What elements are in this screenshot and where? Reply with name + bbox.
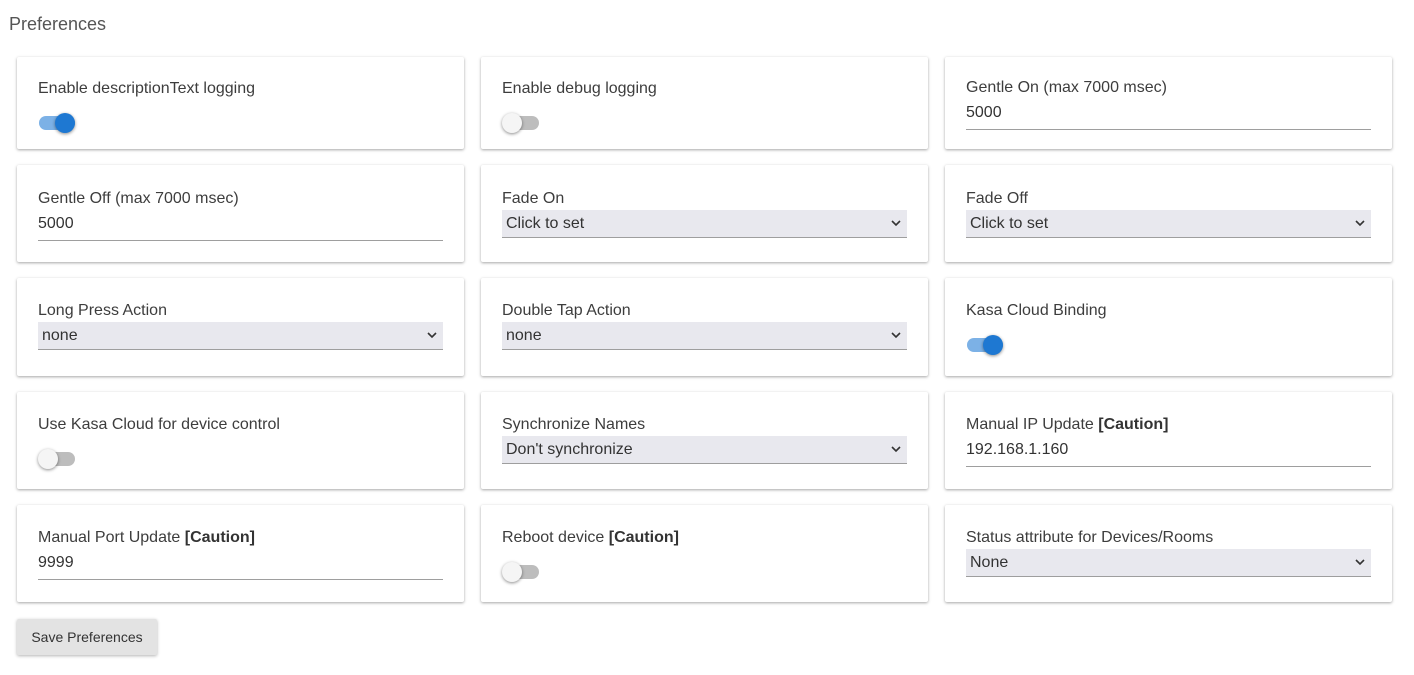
pref-label: Reboot device [Caution] xyxy=(502,528,907,548)
pref-card-debug-logging: Enable debug logging xyxy=(481,57,928,149)
select-value: None xyxy=(970,554,1009,571)
desc-logging-toggle[interactable] xyxy=(39,113,75,133)
chevron-down-icon xyxy=(1355,220,1365,227)
pref-label: Status attribute for Devices/Rooms xyxy=(966,529,1214,546)
chevron-down-icon xyxy=(427,332,437,339)
pref-card-double-tap: Double Tap Action none xyxy=(481,278,928,376)
kasa-control-toggle[interactable] xyxy=(38,449,75,469)
toggle-knob xyxy=(38,449,58,469)
gentle-on-input[interactable]: 5000 xyxy=(966,103,1371,130)
toggle-knob xyxy=(55,113,75,133)
chevron-down-icon xyxy=(891,220,901,227)
toggle-knob xyxy=(502,113,522,133)
long-press-select[interactable]: none xyxy=(38,322,443,350)
pref-card-reboot: Reboot device [Caution] xyxy=(481,505,928,602)
status-attr-select[interactable]: None xyxy=(966,549,1371,577)
double-tap-select[interactable]: none xyxy=(502,322,907,350)
pref-card-status-attr: Status attribute for Devices/Rooms None xyxy=(945,505,1392,602)
select-value: Don't synchronize xyxy=(506,441,633,458)
pref-label-text: Manual Port Update xyxy=(38,529,181,546)
caution-label: [Caution] xyxy=(184,529,255,546)
pref-card-sync-names: Synchronize Names Don't synchronize xyxy=(481,392,928,489)
pref-label: Gentle On (max 7000 msec) xyxy=(966,79,1167,96)
gentle-off-input[interactable]: 5000 xyxy=(38,214,443,241)
pref-label: Double Tap Action xyxy=(502,302,631,319)
pref-label-text: Manual IP Update xyxy=(966,416,1094,433)
pref-label: Use Kasa Cloud for device control xyxy=(38,416,280,433)
pref-card-desc-logging: Enable descriptionText logging xyxy=(17,57,464,149)
caution-label: [Caution] xyxy=(1098,416,1169,433)
pref-label: Fade Off xyxy=(966,190,1028,207)
pref-label: Synchronize Names xyxy=(502,416,646,433)
caution-label: [Caution] xyxy=(608,529,679,546)
pref-label: Manual Port Update [Caution] xyxy=(38,528,443,548)
toggle-knob xyxy=(502,562,522,582)
pref-label: Manual IP Update [Caution] xyxy=(966,415,1371,435)
manual-ip-input[interactable]: 192.168.1.160 xyxy=(966,440,1371,467)
pref-label: Gentle Off (max 7000 msec) xyxy=(38,190,239,207)
toggle-knob xyxy=(983,335,1003,355)
pref-label: Enable descriptionText logging xyxy=(38,80,256,97)
sync-names-select[interactable]: Don't synchronize xyxy=(502,436,907,464)
preferences-grid: Enable descriptionText logging Enable de… xyxy=(17,57,1392,602)
debug-logging-toggle[interactable] xyxy=(502,113,539,133)
chevron-down-icon xyxy=(891,446,901,453)
chevron-down-icon xyxy=(1355,559,1365,566)
select-value: none xyxy=(42,327,78,344)
pref-card-manual-port: Manual Port Update [Caution] 9999 xyxy=(17,505,464,602)
pref-card-long-press: Long Press Action none xyxy=(17,278,464,376)
pref-label: Fade On xyxy=(502,190,565,207)
pref-card-kasa-binding: Kasa Cloud Binding xyxy=(945,278,1392,376)
page-title: Preferences xyxy=(9,14,107,34)
pref-label-text: Reboot device xyxy=(502,529,605,546)
chevron-down-icon xyxy=(891,332,901,339)
reboot-toggle[interactable] xyxy=(502,562,539,582)
pref-card-gentle-off: Gentle Off (max 7000 msec) 5000 xyxy=(17,165,464,262)
fade-off-select[interactable]: Click to set xyxy=(966,210,1371,238)
pref-label: Long Press Action xyxy=(38,302,167,319)
pref-card-fade-on: Fade On Click to set xyxy=(481,165,928,262)
pref-card-fade-off: Fade Off Click to set xyxy=(945,165,1392,262)
pref-card-gentle-on: Gentle On (max 7000 msec) 5000 xyxy=(945,57,1392,149)
save-preferences-button[interactable]: Save Preferences xyxy=(17,619,157,655)
pref-label: Kasa Cloud Binding xyxy=(966,302,1107,319)
pref-card-kasa-control: Use Kasa Cloud for device control xyxy=(17,392,464,489)
select-value: none xyxy=(506,327,542,344)
pref-card-manual-ip: Manual IP Update [Caution] 192.168.1.160 xyxy=(945,392,1392,489)
kasa-binding-toggle[interactable] xyxy=(967,335,1003,355)
select-value: Click to set xyxy=(970,215,1049,232)
manual-port-input[interactable]: 9999 xyxy=(38,553,443,580)
select-value: Click to set xyxy=(506,215,585,232)
pref-label: Enable debug logging xyxy=(502,80,657,97)
fade-on-select[interactable]: Click to set xyxy=(502,210,907,238)
